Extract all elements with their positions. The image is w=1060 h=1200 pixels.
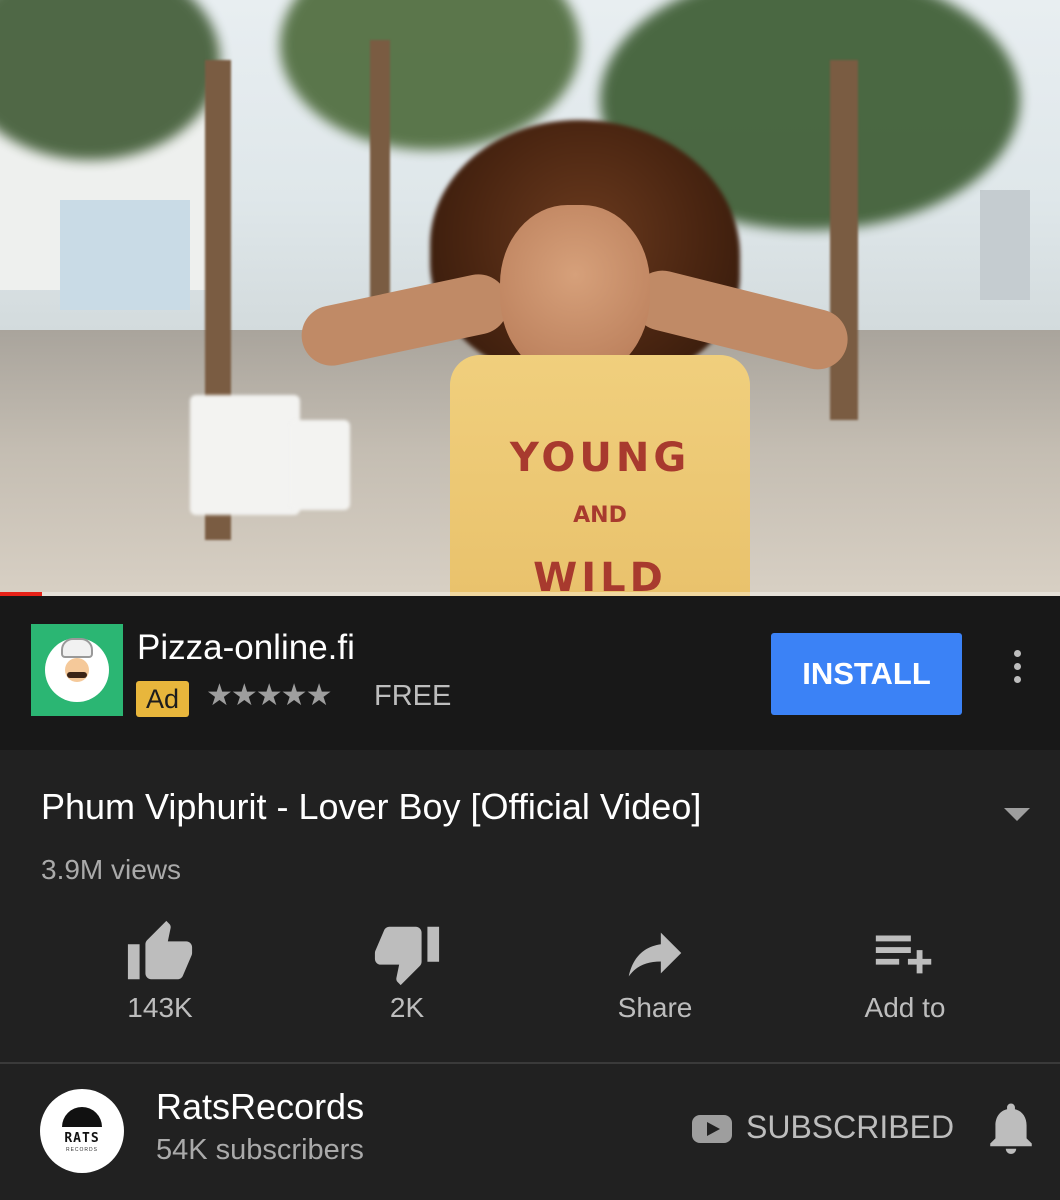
video-frame-tower: [980, 190, 1030, 300]
channel-row[interactable]: RATS RECORDS RatsRecords 54K subscribers…: [0, 1064, 1060, 1200]
ad-title[interactable]: Pizza-online.fi: [137, 628, 355, 668]
thumbs-up-icon: [125, 918, 195, 988]
expand-description-icon[interactable]: [1004, 808, 1030, 821]
ad-badge: Ad: [136, 681, 190, 717]
more-options-icon[interactable]: [1008, 650, 1026, 690]
channel-avatar[interactable]: RATS RECORDS: [40, 1089, 124, 1173]
rats-logo-dome-icon: [62, 1107, 102, 1127]
like-button[interactable]: 143K: [60, 918, 260, 1024]
video-actions-row: 143K 2K Share Add to: [0, 918, 1060, 1038]
avatar-logo-text: RATS: [64, 1131, 100, 1146]
video-frame-trunk: [830, 60, 858, 420]
chef-mustache-icon: [67, 672, 87, 678]
notification-bell-icon[interactable]: [986, 1102, 1036, 1156]
chef-hat-icon: [61, 638, 93, 658]
chef-face-icon: [65, 658, 89, 682]
ad-app-logo[interactable]: [31, 624, 123, 716]
video-frame-person: YOUNG AND WILD: [296, 110, 854, 596]
video-frame-face: [500, 205, 650, 380]
avatar-logo-subtext: RECORDS: [65, 1147, 98, 1153]
install-button[interactable]: INSTALL: [771, 633, 962, 715]
shirt-text-line-1: YOUNG: [509, 435, 691, 481]
thumbs-down-icon: [372, 918, 442, 988]
ad-rating-stars: ★★★★★: [206, 679, 332, 712]
video-frame-chair: [190, 395, 300, 515]
video-frame-shirt: YOUNG AND WILD: [450, 355, 750, 596]
ad-card[interactable]: Pizza-online.fi Ad ★★★★★ FREE INSTALL: [0, 596, 1060, 750]
add-to-playlist-button[interactable]: Add to: [805, 918, 1005, 1024]
subscriber-count: 54K subscribers: [156, 1134, 364, 1166]
shirt-text-line-2: AND: [573, 503, 627, 528]
view-count: 3.9M views: [41, 854, 182, 885]
video-player[interactable]: YOUNG AND WILD: [0, 0, 1060, 596]
dislike-button[interactable]: 2K: [307, 918, 507, 1024]
shirt-text-line-3: WILD: [533, 555, 667, 596]
video-info-section: Phum Viphurit - Lover Boy [Official Vide…: [0, 750, 1060, 1062]
ad-price: FREE: [374, 680, 452, 712]
share-label: Share: [617, 992, 693, 1023]
like-count: 143K: [127, 992, 193, 1023]
channel-name[interactable]: RatsRecords: [156, 1086, 364, 1128]
youtube-logo-icon: [692, 1115, 732, 1143]
video-title[interactable]: Phum Viphurit - Lover Boy [Official Vide…: [41, 786, 701, 828]
share-arrow-icon: [620, 918, 690, 988]
video-frame-mural: [60, 200, 190, 310]
add-to-label: Add to: [864, 992, 946, 1023]
playlist-add-icon: [870, 918, 940, 988]
subscribed-button[interactable]: SUBSCRIBED: [746, 1109, 954, 1146]
share-button[interactable]: Share: [555, 918, 755, 1024]
dislike-count: 2K: [389, 992, 425, 1023]
